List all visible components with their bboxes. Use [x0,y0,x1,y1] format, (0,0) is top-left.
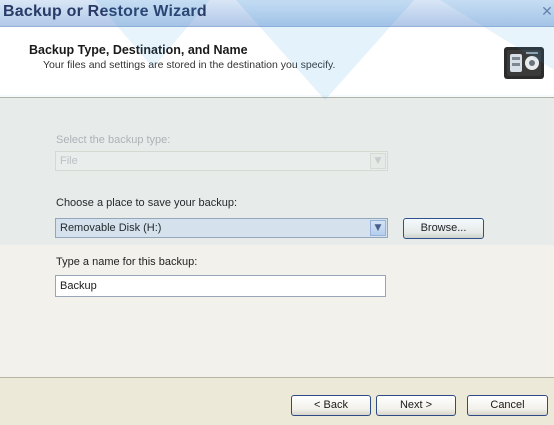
destination-select[interactable]: Removable Disk (H:) ▼ [55,218,388,238]
destination-label: Choose a place to save your backup: [56,197,238,209]
backup-name-label: Type a name for this backup: [56,256,198,268]
close-icon[interactable]: ✕ [540,4,554,20]
wizard-body: Select the backup type: File ▼ Choose a … [0,98,554,377]
wizard-header: Backup Type, Destination, and Name Your … [0,27,554,98]
cancel-button[interactable]: Cancel [467,395,548,416]
backup-type-label: Select the backup type: [56,134,171,146]
wizard-footer: < Back Next > Cancel [0,377,554,425]
backup-name-input[interactable] [55,275,386,297]
backup-type-select: File ▼ [55,151,388,171]
destination-value: Removable Disk (H:) [60,222,162,234]
back-button[interactable]: < Back [291,395,371,416]
title-bar[interactable]: Backup or Restore Wizard ✕ [0,0,554,27]
page-subtitle: Your files and settings are stored in th… [43,59,336,71]
browse-button[interactable]: Browse... [403,218,484,239]
chevron-down-icon: ▼ [370,153,386,169]
next-button[interactable]: Next > [376,395,456,416]
backup-type-value: File [60,155,78,167]
wizard-window: Backup or Restore Wizard ✕ Backup Type, … [0,0,554,425]
page-title: Backup Type, Destination, and Name [29,43,248,57]
chevron-down-icon[interactable]: ▼ [370,220,386,236]
backup-wizard-icon [502,41,546,85]
window-title: Backup or Restore Wizard [3,3,207,20]
